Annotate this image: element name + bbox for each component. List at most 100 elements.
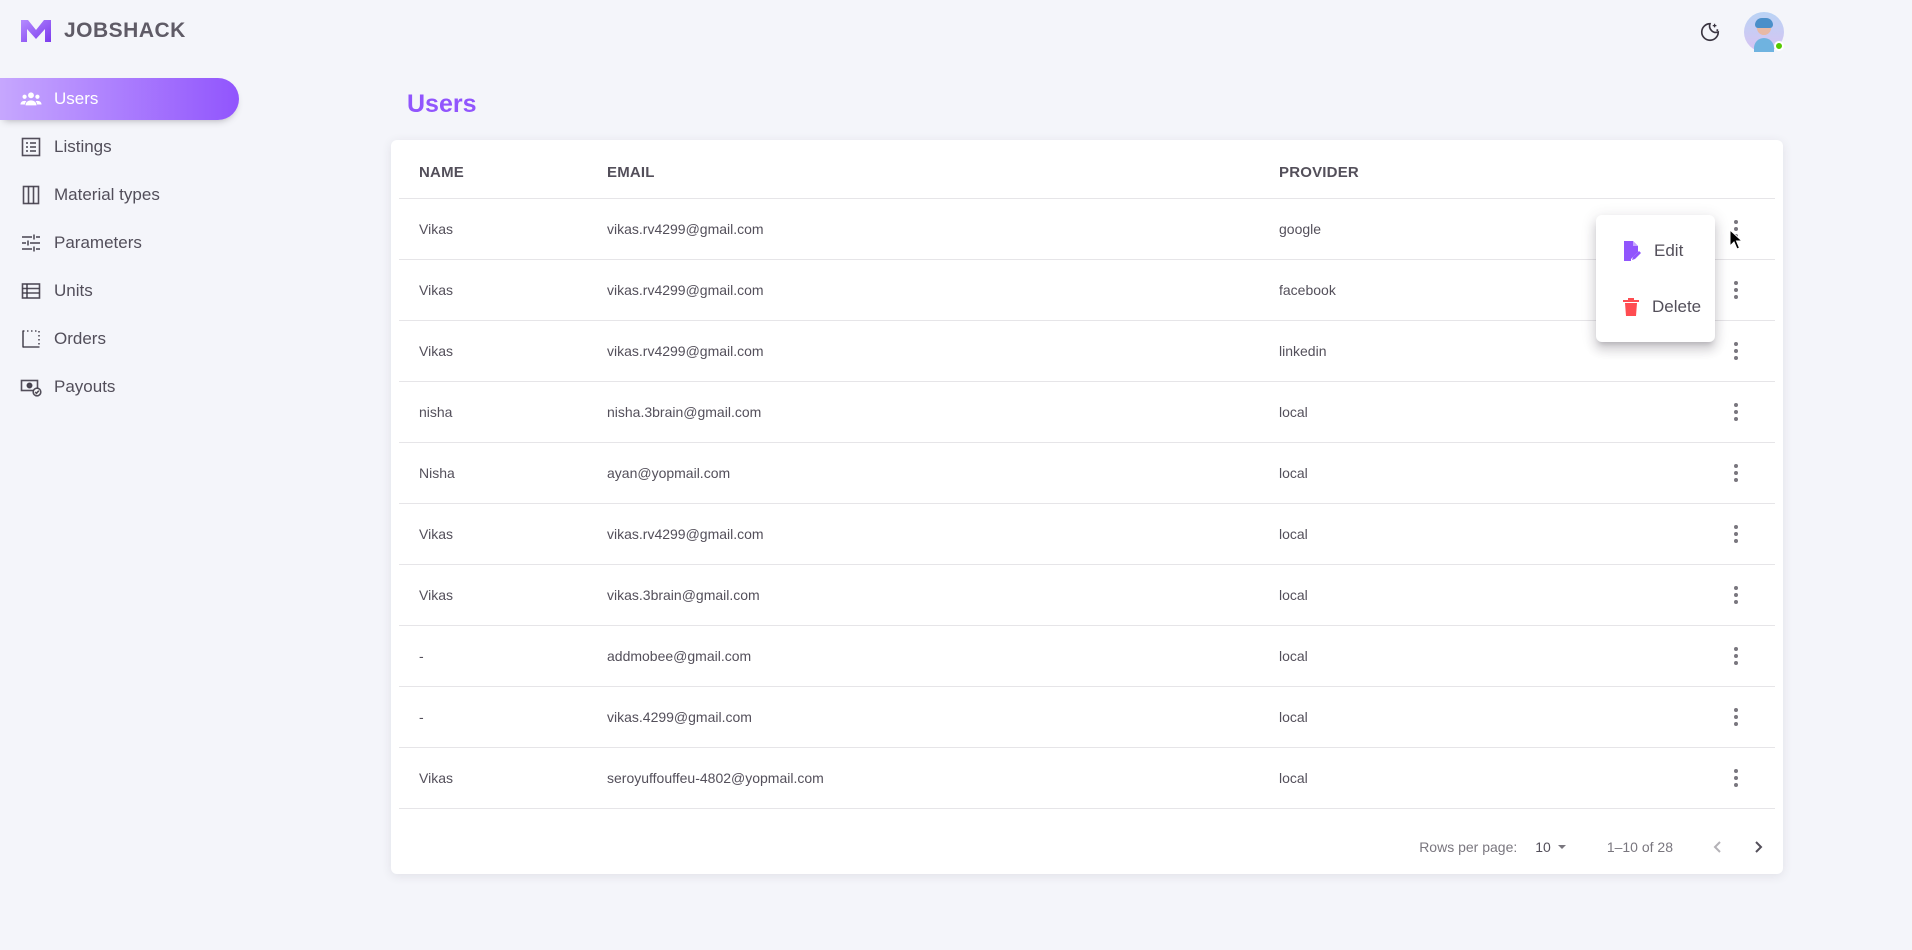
column-header-email[interactable]: EMAIL [607,148,1279,199]
users-table-card: NAME EMAIL PROVIDER Vikas vikas.rv4299@g… [391,140,1783,874]
cell-email: vikas.4299@gmail.com [607,686,1279,748]
row-actions-button[interactable] [1721,702,1751,732]
cell-provider: local [1279,686,1699,748]
moon-star-icon [1700,22,1720,42]
row-actions-button[interactable] [1721,763,1751,793]
row-actions-button[interactable] [1721,336,1751,366]
brand-logo-icon [21,20,51,42]
theme-toggle-button[interactable] [1692,14,1728,50]
pagination-range: 1–10 of 28 [1606,839,1673,855]
more-vertical-icon [1734,402,1738,421]
topbar-actions [1692,12,1784,52]
cell-name: Vikas [399,503,607,565]
more-vertical-icon [1734,768,1738,787]
cell-email: addmobee@gmail.com [607,625,1279,687]
caret-down-icon [1557,845,1566,849]
previous-page-button[interactable] [1703,832,1733,862]
mouse-cursor-icon [1729,229,1743,250]
menu-item-edit[interactable]: Edit [1596,223,1715,279]
table-row: Nisha ayan@yopmail.com local [399,442,1775,504]
more-vertical-icon [1734,463,1738,482]
columns-icon [20,184,42,206]
sidebar-item-payouts[interactable]: Payouts [0,366,239,408]
cell-name: Vikas [399,320,607,382]
page-title: Users [407,90,477,118]
rows-per-page-select[interactable]: 10 [1535,839,1569,855]
cell-email: vikas.rv4299@gmail.com [607,320,1279,382]
users-icon [20,88,42,110]
cell-provider: local [1279,625,1699,687]
user-avatar[interactable] [1744,12,1784,52]
sidebar-item-label: Material types [54,185,160,204]
cell-email: vikas.rv4299@gmail.com [607,259,1279,321]
list-icon [20,136,42,158]
sidebar: JOBSHACK Users Listings Material types P… [0,0,260,950]
sidebar-item-label: Users [54,89,99,108]
rows-per-page-value: 10 [1535,839,1551,855]
cell-name: Vikas [399,564,607,626]
sidebar-item-label: Payouts [54,377,116,396]
next-page-button[interactable] [1743,832,1773,862]
row-actions-button[interactable] [1721,519,1751,549]
brand-name: JOBSHACK [64,19,186,42]
online-status-dot [1774,41,1784,51]
table-header-row: NAME EMAIL PROVIDER [399,148,1775,199]
row-actions-button[interactable] [1721,458,1751,488]
table-row: Vikas vikas.rv4299@gmail.com linkedin [399,320,1775,382]
table-row: Vikas vikas.rv4299@gmail.com google [399,198,1775,260]
cell-name: nisha [399,381,607,443]
cell-name: Vikas [399,747,607,809]
table-pagination: Rows per page: 10 1–10 of 28 [1419,820,1783,874]
cell-email: ayan@yopmail.com [607,442,1279,504]
cell-name: Vikas [399,259,607,321]
more-vertical-icon [1734,280,1738,299]
cell-email: nisha.3brain@gmail.com [607,381,1279,443]
sidebar-item-label: Units [54,281,93,300]
sidebar-item-orders[interactable]: Orders [0,318,239,360]
more-vertical-icon [1734,524,1738,543]
cell-provider: local [1279,747,1699,809]
sidebar-item-users[interactable]: Users [0,78,239,120]
sidebar-item-label: Parameters [54,233,142,252]
more-vertical-icon [1734,707,1738,726]
trash-icon [1623,298,1639,316]
more-vertical-icon [1734,341,1738,360]
chevron-right-icon [1755,841,1763,853]
table-row: - addmobee@gmail.com local [399,625,1775,687]
row-actions-button[interactable] [1721,275,1751,305]
cell-provider: local [1279,503,1699,565]
sliders-icon [20,232,42,254]
cell-name: Vikas [399,198,607,260]
column-header-name[interactable]: NAME [399,148,607,199]
cell-email: seroyuffouffeu-4802@yopmail.com [607,747,1279,809]
table-row: Vikas seroyuffouffeu-4802@yopmail.com lo… [399,747,1775,809]
cell-provider: local [1279,564,1699,626]
cell-name: Nisha [399,442,607,504]
sidebar-item-units[interactable]: Units [0,270,239,312]
menu-item-label: Delete [1652,297,1702,316]
brand[interactable]: JOBSHACK [20,18,186,44]
rows-per-page-label: Rows per page: [1419,839,1518,855]
sidebar-item-listings[interactable]: Listings [0,126,239,168]
row-actions-button[interactable] [1721,641,1751,671]
sidebar-item-material-types[interactable]: Material types [0,174,239,216]
row-actions-button[interactable] [1721,397,1751,427]
cell-provider: local [1279,381,1699,443]
table-row: Vikas vikas.rv4299@gmail.com local [399,503,1775,565]
cell-email: vikas.rv4299@gmail.com [607,198,1279,260]
cash-icon [20,376,42,398]
cell-provider: local [1279,442,1699,504]
edit-file-icon [1624,241,1641,261]
menu-item-delete[interactable]: Delete [1596,279,1715,335]
table-row: nisha nisha.3brain@gmail.com local [399,381,1775,443]
column-header-actions [1699,148,1775,199]
row-actions-button[interactable] [1721,580,1751,610]
table-icon [20,280,42,302]
cell-email: vikas.rv4299@gmail.com [607,503,1279,565]
cell-email: vikas.3brain@gmail.com [607,564,1279,626]
more-vertical-icon [1734,646,1738,665]
cell-name: - [399,686,607,748]
column-header-provider[interactable]: PROVIDER [1279,148,1699,199]
row-actions-menu: Edit Delete [1596,215,1715,342]
sidebar-item-parameters[interactable]: Parameters [0,222,239,264]
